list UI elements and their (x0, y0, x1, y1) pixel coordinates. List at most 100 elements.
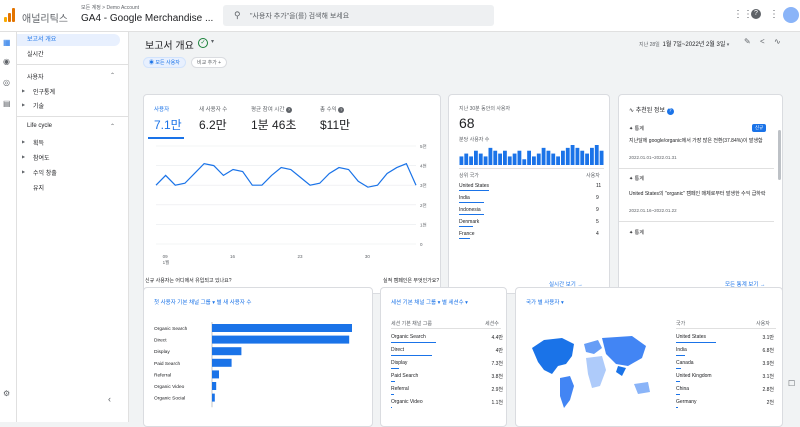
scrollbar[interactable] (778, 130, 781, 180)
country-name[interactable]: Germany (676, 399, 697, 405)
nav-item-acquisition[interactable]: 획득 (33, 138, 44, 147)
nav-item-monetization[interactable]: 수익 창출 (33, 168, 57, 177)
avatar[interactable] (783, 7, 799, 23)
nav-item-overview[interactable]: 보고서 개요 (17, 34, 120, 46)
realtime-bar (565, 147, 570, 165)
compare-chip-all-users[interactable]: ◉ 모든 사용자 (143, 57, 186, 68)
insight-1-label: ✦ 통계 (629, 125, 644, 132)
channel-name[interactable]: Organic Search (391, 334, 426, 340)
expand-triangle-icon[interactable]: ▶ (22, 88, 25, 93)
expand-triangle-icon[interactable]: ▶ (22, 139, 25, 144)
date-range-picker[interactable]: 지난 28일 1월 7일~2022년 2월 3일 ▾ (639, 39, 729, 48)
category-label: Display (154, 349, 170, 355)
nav-section-lifecycle[interactable]: Life cycle (27, 123, 52, 129)
expand-triangle-icon[interactable]: ▶ (22, 169, 25, 174)
realtime-bar (507, 156, 512, 165)
chevron-up-icon[interactable]: ⌃ (110, 123, 115, 130)
country-name[interactable]: China (676, 386, 689, 392)
insight-label: 통계 (634, 176, 644, 182)
x-tick-label: 23 (297, 254, 303, 259)
expand-triangle-icon[interactable]: ▶ (22, 102, 25, 107)
country-name[interactable]: India (676, 347, 687, 353)
acquisition-bar[interactable] (212, 393, 215, 402)
icon-rail: ▦ ◉ ◎ ▤ ⚙ (0, 32, 17, 422)
country-name[interactable]: Indonesia (459, 207, 481, 213)
share-bar (391, 394, 395, 395)
check-circle-icon[interactable]: ✓ (198, 38, 208, 48)
acquisition-bar[interactable] (212, 370, 219, 379)
chevron-up-icon[interactable]: ⌃ (110, 72, 115, 79)
country-name[interactable]: Canada (676, 360, 694, 366)
channel-name[interactable]: Direct (391, 347, 404, 353)
country-users: 5 (596, 219, 599, 225)
search-input[interactable]: ⚲ "사용자 추가"을(를) 검색해 보세요 (223, 5, 494, 26)
nav-item-realtime[interactable]: 실시간 (17, 49, 129, 61)
acquisition-bar[interactable] (212, 335, 350, 344)
y-tick-label: 1천 (420, 221, 427, 227)
title-dropdown-icon[interactable]: ▾ (211, 38, 214, 45)
country-name[interactable]: United States (676, 334, 706, 340)
settings-gear-icon[interactable]: ⚙ (3, 389, 10, 398)
advertising-icon[interactable]: ◎ (3, 78, 10, 87)
kpi-value: $11만 (320, 118, 351, 132)
analytics-logo-icon[interactable] (4, 8, 16, 22)
insights-info-icon[interactable]: ? (666, 108, 674, 115)
collapse-chevron-icon[interactable]: ‹ (108, 394, 111, 404)
country-users: 4 (596, 231, 599, 237)
acquisition-bar[interactable] (212, 358, 232, 367)
reports-icon[interactable]: ▦ (3, 38, 11, 47)
add-comparison-button[interactable]: 비교 추가 + (191, 57, 228, 68)
nav-item-engagement[interactable]: 참여도 (33, 153, 50, 162)
configure-icon[interactable]: ▤ (3, 99, 11, 108)
nav-section-users[interactable]: 사용자 (27, 72, 44, 81)
help-circle-icon[interactable]: ? (338, 107, 345, 113)
acquisition-bar[interactable] (212, 382, 217, 390)
acquisition-dimension-dropdown[interactable]: 첫 사용자 기본 채널 그룹 ▾ 별 새 사용자 수 (154, 298, 251, 306)
insight-3-label: ✦ 통계 (629, 229, 644, 236)
kpi-revenue[interactable]: 총 수익 ? $11만 (320, 105, 350, 133)
users-line-chart: 5천 4천 3천 2천 1천 0 09 16 23 30 1월 (155, 143, 427, 266)
kpi-new-users[interactable]: 새 사용자 수 6.2만 (199, 105, 227, 133)
performance-dimension-dropdown[interactable]: 세션 기본 채널 그룹 ▾ 별 세션수 ▾ (391, 298, 468, 306)
country-name[interactable]: India (459, 195, 470, 201)
acquisition-bar[interactable] (212, 324, 352, 332)
edit-icon[interactable]: ✎ (744, 37, 751, 46)
explore-icon[interactable]: ◉ (3, 57, 10, 66)
acquisition-bar[interactable] (212, 347, 242, 356)
channel-name[interactable]: Paid Search (391, 373, 418, 379)
share-bar (676, 368, 682, 369)
channel-sessions: 4.4만 (491, 335, 503, 341)
realtime-bar (594, 145, 599, 165)
kpi-engagement-time[interactable]: 평균 참여 시간 ? 1분 46초 (251, 105, 296, 133)
channel-name[interactable]: Organic Video (391, 399, 423, 405)
property-name: GA4 - Google Merchandise ... (81, 13, 214, 24)
nav-item-demographics[interactable]: 인구통계 (33, 87, 55, 96)
insight-2-text[interactable]: United States의 "organic" 캠페인 매체로부터 발생한 수… (629, 191, 774, 198)
realtime-bar (599, 150, 604, 165)
more-vert-icon[interactable]: ⋮ (769, 9, 779, 20)
country-name[interactable]: United States (459, 183, 489, 189)
share-icon[interactable]: < (760, 37, 765, 46)
country-name[interactable]: Denmark (459, 219, 479, 225)
share-bar (391, 407, 393, 408)
geo-dimension-dropdown[interactable]: 국가 별 사용자 ▾ (526, 298, 564, 306)
search-icon: ⚲ (234, 10, 241, 20)
insights-icon[interactable]: ∿ (774, 37, 781, 46)
nav-item-retention[interactable]: 유지 (33, 183, 44, 192)
channel-name[interactable]: Referral (391, 386, 409, 392)
help-circle-icon[interactable]: ? (285, 107, 292, 113)
feedback-icon[interactable]: ☐ (788, 379, 795, 388)
nav-divider (17, 116, 129, 117)
main-content: 보고서 개요 ✓ ▾ 지난 28일 1월 7일~2022년 2월 3일 ▾ ✎ … (129, 32, 800, 427)
country-name[interactable]: United Kingdom (676, 373, 712, 379)
account-selector[interactable]: 모든 계정 > Demo Account GA4 - Google Mercha… (81, 4, 213, 24)
divider (676, 328, 776, 329)
expand-triangle-icon[interactable]: ▶ (22, 154, 25, 159)
help-icon[interactable]: ? (751, 9, 761, 19)
insight-1-text[interactable]: 지난달에 google/organic에서 가장 많은 전환(37.84%)이 … (629, 138, 769, 145)
channel-name[interactable]: Display (391, 360, 407, 366)
category-label: Organic Video (154, 384, 185, 390)
nav-item-tech[interactable]: 기술 (33, 101, 44, 110)
country-name[interactable]: France (459, 231, 475, 237)
apps-grid-icon[interactable]: ⋮⋮ (733, 9, 753, 20)
